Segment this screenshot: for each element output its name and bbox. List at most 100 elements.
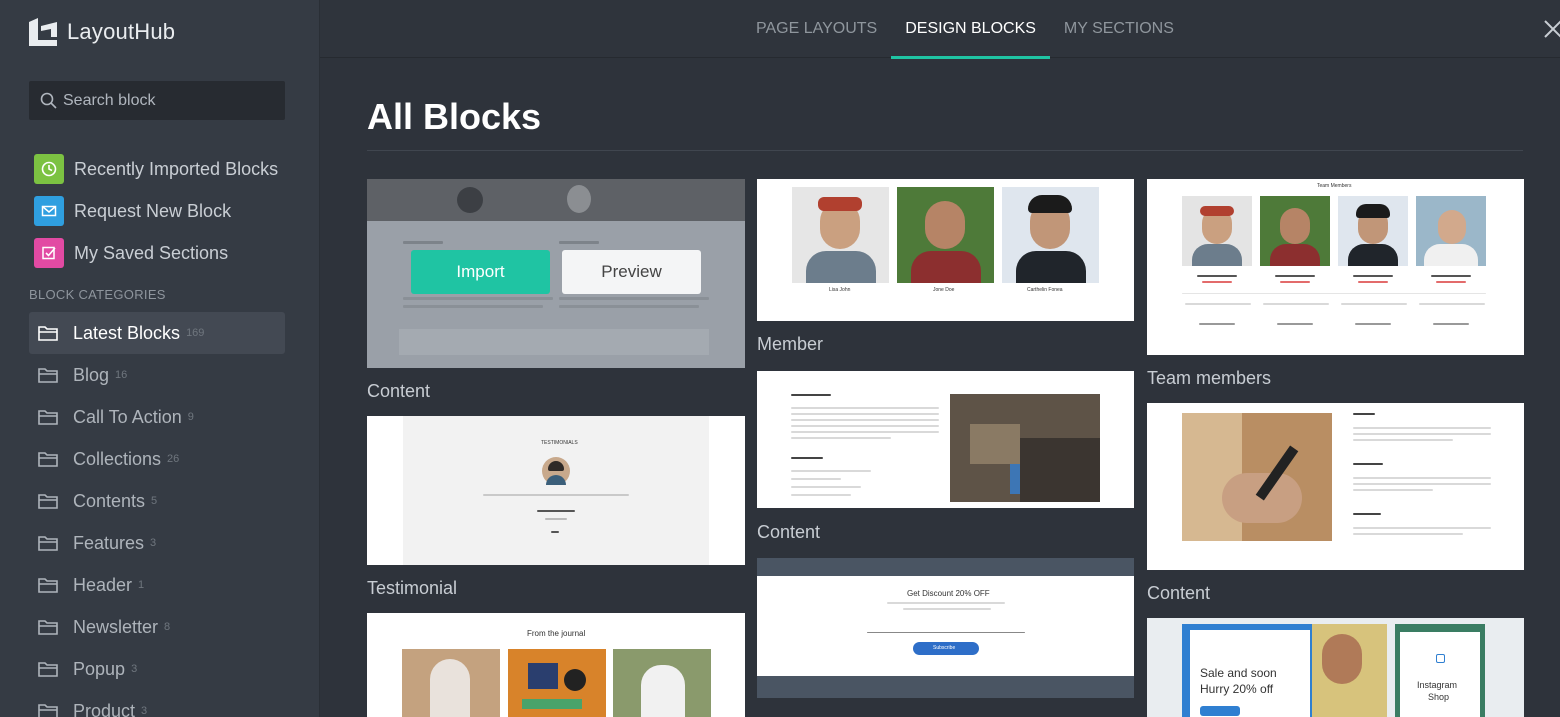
brand-name: LayoutHub: [67, 19, 176, 44]
category-count: 1: [138, 579, 145, 591]
instagram-line-2: Shop: [1428, 692, 1450, 702]
search-icon: [40, 92, 57, 109]
thumb-portrait: [792, 187, 889, 283]
folder-icon: [38, 494, 58, 509]
category-label: Call To Action: [73, 406, 182, 427]
category-product[interactable]: Product 3: [29, 690, 285, 717]
thumb-portrait: [1338, 196, 1408, 266]
thumb-image: [613, 649, 711, 717]
thumb-portrait: [1002, 187, 1099, 283]
thumb-image: [508, 649, 606, 717]
block-caption: Content: [367, 381, 431, 401]
quick-link-label: Request New Block: [74, 200, 232, 221]
category-label: Contents: [73, 490, 146, 511]
import-button[interactable]: Import: [411, 250, 550, 294]
sale-line-1: Sale and soon: [1200, 666, 1277, 680]
clock-icon: [34, 154, 64, 184]
folder-icon: [38, 326, 58, 341]
category-count: 3: [150, 537, 157, 549]
category-count: 5: [151, 495, 158, 507]
block-card-member[interactable]: Lisa John Jone Doe Carthelin Fonea: [757, 179, 1134, 321]
quick-link-label: My Saved Sections: [74, 242, 229, 263]
category-count: 3: [141, 705, 148, 717]
tab-page-layouts[interactable]: PAGE LAYOUTS: [742, 0, 891, 58]
category-call-to-action[interactable]: Call To Action 9: [29, 396, 285, 438]
block-caption: Team members: [1147, 368, 1272, 388]
member-name: Lisa John: [829, 287, 851, 293]
thumb-heading: TESTIMONIALS: [541, 440, 578, 446]
member-name: Jone Doe: [933, 287, 955, 293]
sidebar: LayoutHub Recently Imported Blocks Reque…: [0, 0, 320, 717]
check-square-icon: [34, 238, 64, 268]
member-name: Carthelin Fonea: [1027, 287, 1063, 293]
folder-icon: [38, 410, 58, 425]
block-caption: Content: [757, 522, 821, 542]
category-newsletter[interactable]: Newsletter 8: [29, 606, 285, 648]
thumb-image: [1182, 413, 1332, 541]
folder-icon: [38, 536, 58, 551]
category-blog[interactable]: Blog 16: [29, 354, 285, 396]
category-list: Latest Blocks 169 Blog 16 Call To Action…: [29, 312, 285, 717]
category-label: Latest Blocks: [73, 322, 181, 343]
block-card-newsletter[interactable]: Get Discount 20% OFF Subscribe: [757, 558, 1134, 698]
categories-heading: BLOCK CATEGORIES: [29, 287, 166, 302]
sale-line-2: Hurry 20% off: [1200, 682, 1274, 696]
category-latest-blocks[interactable]: Latest Blocks 169: [29, 312, 285, 354]
block-caption: Testimonial: [367, 578, 458, 598]
block-card-sale-instagram[interactable]: Sale and soon Hurry 20% off Instagram Sh…: [1147, 618, 1524, 717]
category-contents[interactable]: Contents 5: [29, 480, 285, 522]
category-label: Newsletter: [73, 616, 159, 637]
quick-links: Recently Imported Blocks Request New Blo…: [34, 148, 278, 274]
instagram-icon: [1436, 654, 1445, 663]
category-count: 26: [167, 453, 180, 465]
block-caption: Content: [1147, 583, 1211, 603]
category-label: Header: [73, 574, 133, 595]
tab-bar: PAGE LAYOUTS DESIGN BLOCKS MY SECTIONS: [742, 0, 1188, 59]
folder-icon: [38, 578, 58, 593]
category-count: 8: [164, 621, 171, 633]
search-box[interactable]: [29, 81, 285, 120]
quick-link-label: Recently Imported Blocks: [74, 158, 279, 179]
category-header[interactable]: Header 1: [29, 564, 285, 606]
category-collections[interactable]: Collections 26: [29, 438, 285, 480]
block-card-content-2[interactable]: [757, 371, 1134, 508]
category-count: 3: [131, 663, 138, 675]
category-count: 16: [115, 369, 128, 381]
thumb-banner-image: [367, 179, 745, 221]
category-label: Blog: [73, 364, 110, 385]
quick-link-recently-imported[interactable]: Recently Imported Blocks: [34, 148, 278, 190]
close-icon[interactable]: [1538, 14, 1560, 44]
block-card-content[interactable]: Import Preview: [367, 179, 745, 368]
block-caption: Member: [757, 334, 824, 354]
thumb-sale-banner: Sale and soon Hurry 20% off: [1182, 624, 1387, 717]
mail-icon: [34, 196, 64, 226]
layouthub-logo-icon: [29, 18, 57, 46]
thumb-portrait: [1416, 196, 1486, 266]
folder-icon: [38, 704, 58, 717]
title-divider: [367, 150, 1523, 151]
category-popup[interactable]: Popup 3: [29, 648, 285, 690]
folder-icon: [38, 662, 58, 677]
thumb-portrait: [897, 187, 994, 283]
thumb-heading: From the journal: [527, 629, 586, 638]
thumb-image: [950, 394, 1100, 502]
thumb-heading: Team Members: [1317, 183, 1352, 189]
block-card-testimonial[interactable]: TESTIMONIALS: [367, 416, 745, 565]
folder-icon: [38, 368, 58, 383]
page-title: All Blocks: [367, 96, 542, 137]
tab-my-sections[interactable]: MY SECTIONS: [1050, 0, 1188, 58]
block-card-team-members[interactable]: Team Members: [1147, 179, 1524, 355]
brand[interactable]: LayoutHub: [29, 18, 175, 46]
layouthub-app: LayoutHub Recently Imported Blocks Reque…: [0, 0, 1560, 717]
category-label: Features: [73, 532, 145, 553]
quick-link-request-new-block[interactable]: Request New Block: [34, 190, 278, 232]
category-features[interactable]: Features 3: [29, 522, 285, 564]
quick-link-my-saved-sections[interactable]: My Saved Sections: [34, 232, 278, 274]
preview-button[interactable]: Preview: [562, 250, 701, 294]
block-card-journal[interactable]: From the journal: [367, 613, 745, 717]
category-count: 9: [187, 411, 194, 423]
category-count: 169: [186, 327, 205, 339]
block-card-content-3[interactable]: [1147, 403, 1524, 570]
tab-design-blocks[interactable]: DESIGN BLOCKS: [891, 0, 1050, 59]
search-input[interactable]: [63, 91, 273, 110]
